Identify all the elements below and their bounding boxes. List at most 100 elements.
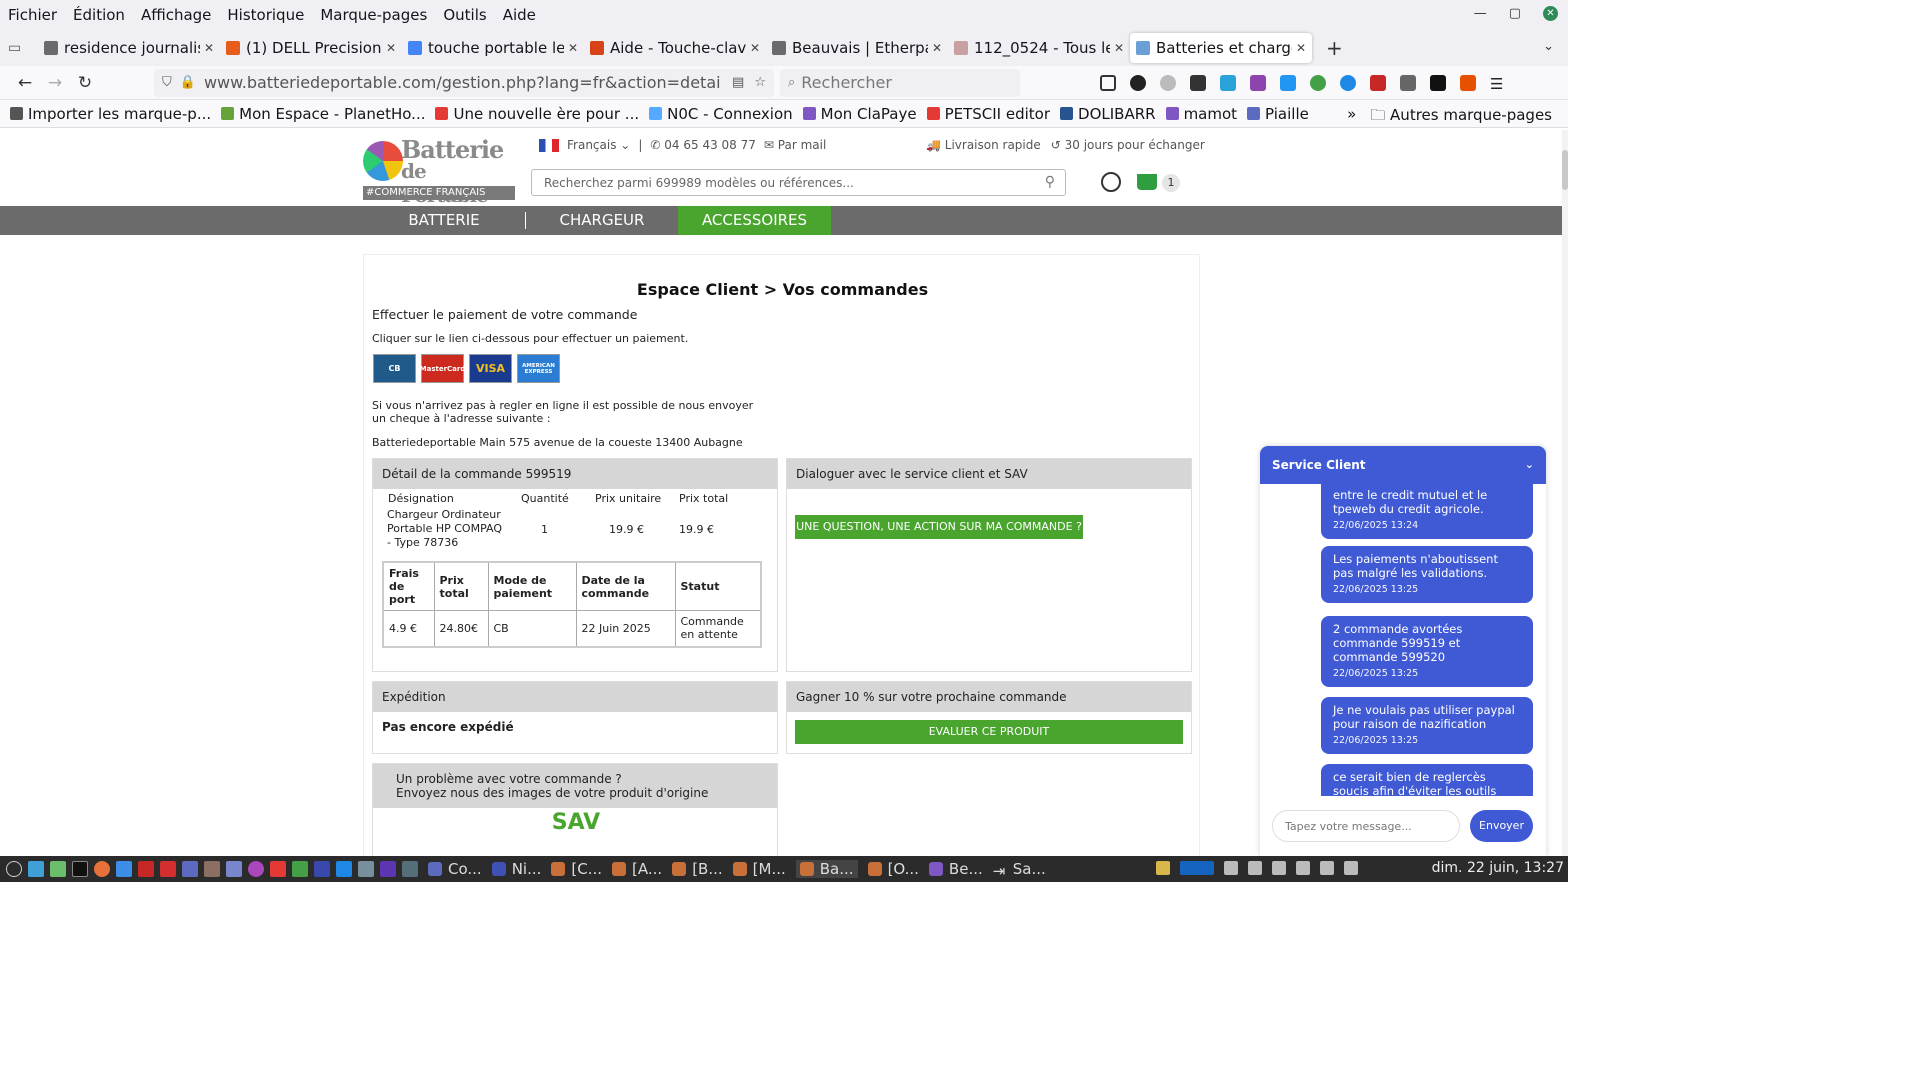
mail-icon[interactable] (182, 861, 198, 877)
back-icon[interactable]: ← (10, 73, 40, 93)
chat-header[interactable]: Service Client ⌄ (1260, 446, 1546, 484)
editor-icon[interactable] (116, 861, 132, 877)
tab-1[interactable]: residence journalist ✕ (38, 33, 220, 63)
extension-icon[interactable] (1220, 74, 1236, 91)
maximize-icon[interactable]: ▢ (1509, 6, 1521, 21)
tab-close-icon[interactable]: ✕ (386, 41, 396, 55)
question-button[interactable]: UNE QUESTION, UNE ACTION SUR MA COMMANDE… (795, 515, 1083, 539)
url-bar[interactable]: ⛉ 🔒 www.batteriedeportable.com/gestion.p… (154, 68, 774, 97)
site-logo[interactable]: Batterie de Portable #COMMERCE FRANÇAIS (363, 135, 515, 207)
app-icon[interactable] (292, 861, 308, 877)
search-icon[interactable]: ⚲ (1045, 174, 1055, 190)
terminal-icon[interactable] (72, 861, 88, 877)
language-selector[interactable]: Français ⌄ (567, 138, 630, 152)
tab-5[interactable]: Beauvais | Etherpad ✕ (766, 33, 948, 63)
sav-link[interactable]: SAV (373, 810, 779, 835)
shield-icon[interactable] (1296, 861, 1310, 875)
menu-aide[interactable]: Aide (503, 6, 536, 24)
extension-icon[interactable] (1130, 74, 1146, 91)
taskbar-app[interactable]: [A... (612, 860, 662, 878)
menu-icon[interactable]: ☰ (1490, 75, 1506, 93)
app-icon[interactable] (336, 861, 352, 877)
url-text[interactable]: www.batteriedeportable.com/gestion.php?l… (204, 73, 722, 92)
tab-2[interactable]: (1) DELL Precision 3 ✕ (220, 33, 402, 63)
wifi-icon[interactable] (1320, 861, 1334, 875)
list-tabs-icon[interactable]: ⌄ (1543, 39, 1554, 54)
cb-card-icon[interactable]: CB (373, 354, 416, 383)
taskbar-app[interactable]: [B... (672, 860, 723, 878)
tab-close-icon[interactable]: ✕ (568, 41, 578, 55)
tab-3[interactable]: touche portable len ✕ (402, 33, 584, 63)
bookmark-item[interactable]: PETSCII editor (926, 105, 1050, 123)
scrollbar-thumb[interactable] (1562, 150, 1568, 190)
visa-icon[interactable]: VISA (469, 354, 512, 383)
app-icon[interactable] (358, 861, 374, 877)
extension-icon[interactable] (1340, 74, 1356, 91)
bluetooth-icon[interactable] (1224, 861, 1238, 875)
filezilla-icon[interactable] (160, 861, 176, 877)
firefox-icon[interactable] (94, 861, 110, 877)
tab-6[interactable]: 112_0524 - Tous les ✕ (948, 33, 1130, 63)
menu-marque-pages[interactable]: Marque-pages (320, 6, 427, 24)
launcher-icon[interactable] (28, 861, 44, 877)
browser-search-input[interactable]: ⌕ Rechercher (780, 68, 1020, 97)
extension-icon[interactable] (1460, 74, 1476, 91)
account-icon[interactable] (1101, 172, 1121, 192)
bookmark-item[interactable]: DOLIBARR (1060, 105, 1156, 123)
rate-product-button[interactable]: EVALUER CE PRODUIT (795, 720, 1183, 744)
shield-icon[interactable]: ⛉ (162, 75, 172, 90)
extension-icon[interactable] (1250, 74, 1266, 91)
page-scrollbar[interactable] (1562, 130, 1568, 856)
taskbar-app[interactable]: [O... (867, 860, 919, 878)
phone-link[interactable]: ✆ 04 65 43 08 77 (650, 138, 755, 152)
tab-close-icon[interactable]: ✕ (204, 41, 214, 55)
bookmark-item[interactable]: Mon Espace - PlanetHo... (221, 105, 425, 123)
menu-fichier[interactable]: Fichier (8, 6, 57, 24)
menu-historique[interactable]: Historique (227, 6, 304, 24)
extension-icon[interactable] (1280, 74, 1296, 91)
reader-view-icon[interactable]: ▤ (732, 75, 744, 90)
reload-icon[interactable]: ↻ (70, 73, 100, 93)
app-icon[interactable] (380, 861, 396, 877)
bookmark-star-icon[interactable]: ☆ (754, 75, 766, 90)
taskbar-app[interactable]: ⇥ Sa... (992, 860, 1046, 880)
tab-4[interactable]: Aide - Touche-clavie ✕ (584, 33, 766, 63)
bookmark-item[interactable]: N0C - Connexion (649, 105, 793, 123)
bookmark-item[interactable]: Piaille (1247, 105, 1309, 123)
pocket-icon[interactable] (1100, 74, 1116, 91)
chevron-down-icon[interactable]: ⌄ (1525, 458, 1534, 471)
new-tab-icon[interactable]: + (1326, 36, 1343, 60)
site-search-input[interactable]: Recherchez parmi 699989 modèles ou référ… (531, 169, 1066, 196)
taskbar-app[interactable]: Co... (428, 860, 482, 878)
mastercard-icon[interactable]: MasterCard (420, 354, 465, 383)
chat-messages[interactable]: entre le credit mutuel et le tpeweb du c… (1260, 484, 1546, 796)
taskbar-app-active[interactable]: Ba... (795, 860, 858, 878)
amex-icon[interactable]: AMERICAN EXPRESS (517, 354, 560, 383)
send-button[interactable]: Envoyer (1470, 810, 1533, 842)
menu-outils[interactable]: Outils (443, 6, 486, 24)
app-icon[interactable] (402, 861, 418, 877)
volume-icon[interactable] (1344, 861, 1358, 875)
extension-icon[interactable] (1160, 74, 1176, 91)
ublock-icon[interactable] (1370, 74, 1386, 91)
extension-icon[interactable] (1190, 74, 1206, 91)
bookmark-item[interactable]: Une nouvelle ère pour ... (435, 105, 639, 123)
tab-overview-icon[interactable]: ▭ (8, 40, 38, 56)
taskbar-app[interactable]: Be... (928, 860, 983, 878)
extensions-icon[interactable] (1400, 74, 1416, 91)
clock[interactable]: dim. 22 juin, 13:27 (1432, 860, 1564, 876)
app-icon[interactable] (138, 861, 154, 877)
bookmark-item[interactable]: Mon ClaPaye (802, 105, 917, 123)
bookmark-item[interactable]: Importer les marque-p... (10, 105, 211, 123)
lock-icon[interactable]: 🔒 (180, 75, 196, 90)
app-icon[interactable] (314, 861, 330, 877)
cart-icon[interactable] (1137, 174, 1157, 190)
nav-batterie[interactable]: BATTERIE (363, 206, 525, 235)
files-icon[interactable] (50, 861, 66, 877)
extension-icon[interactable] (1430, 74, 1446, 91)
minimize-icon[interactable]: — (1474, 6, 1487, 21)
app-icon[interactable] (270, 861, 286, 877)
menu-edition[interactable]: Édition (73, 6, 125, 24)
close-window-icon[interactable]: ✕ (1543, 6, 1558, 21)
start-menu-icon[interactable] (6, 861, 22, 877)
